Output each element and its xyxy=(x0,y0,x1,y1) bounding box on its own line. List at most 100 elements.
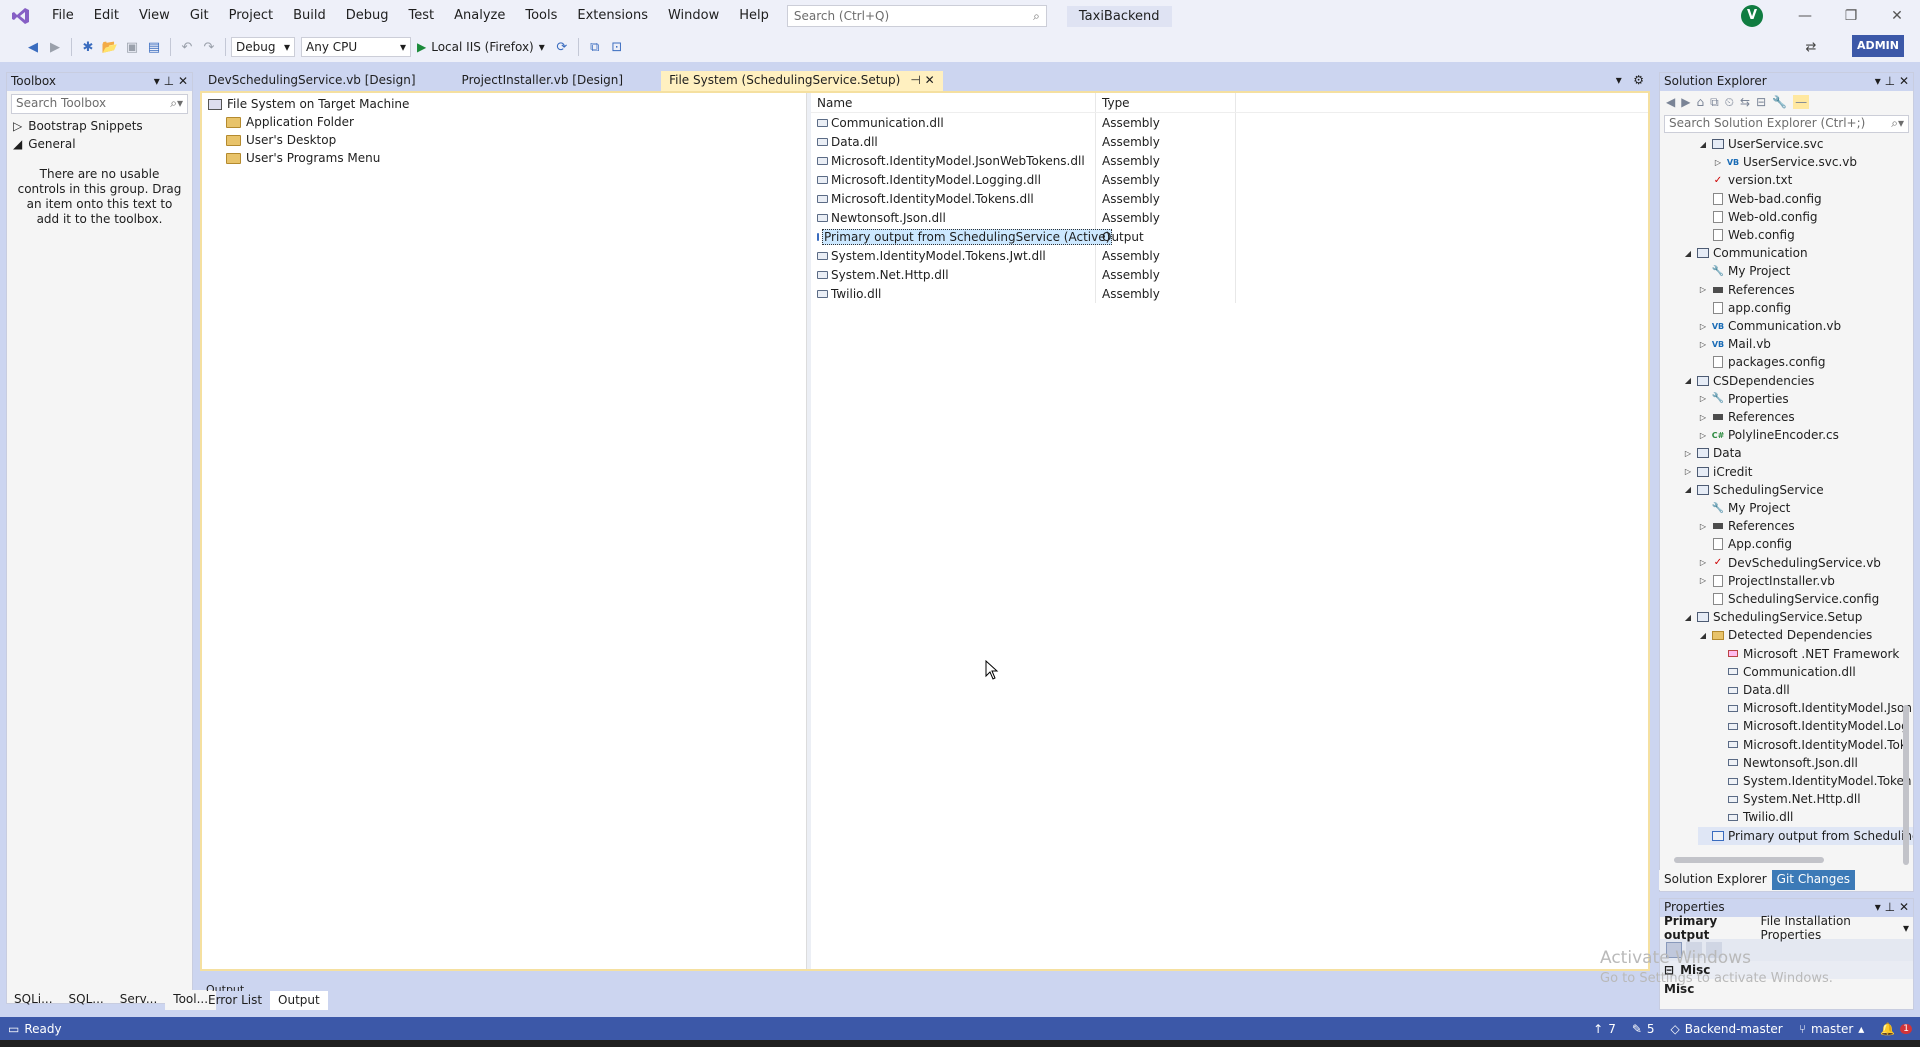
undo-icon[interactable]: ↶ xyxy=(176,36,198,58)
tree-item[interactable]: ▷ VB UserService.svc.vb xyxy=(1713,153,1857,171)
menu-build[interactable]: Build xyxy=(283,0,336,32)
tab-file-system-setup[interactable]: File System (SchedulingService.Setup) ⊣ … xyxy=(661,71,943,91)
tree-item[interactable]: ▷ ProjectInstaller.vb xyxy=(1698,572,1835,590)
tab-solution-explorer[interactable]: Solution Explorer xyxy=(1659,870,1772,890)
expander-icon[interactable]: ▷ xyxy=(1698,322,1708,331)
open-file-icon[interactable]: 📂 xyxy=(99,36,121,58)
table-row[interactable]: System.Net.Http.dll Assembly xyxy=(811,265,1648,284)
menu-edit[interactable]: Edit xyxy=(84,0,129,32)
restore-button[interactable]: ❐ xyxy=(1828,0,1874,32)
column-header-name[interactable]: Name xyxy=(811,93,1096,112)
tree-item[interactable]: ▷ ✓ DevSchedulingService.vb xyxy=(1698,554,1881,572)
tree-item[interactable]: System.IdentityModel.Token xyxy=(1713,772,1912,790)
expander-icon[interactable]: ▷ xyxy=(1683,449,1693,458)
table-row[interactable]: Microsoft.IdentityModel.JsonWebTokens.dl… xyxy=(811,151,1648,170)
settings-icon[interactable]: ⚙ xyxy=(1633,73,1644,87)
tree-item[interactable]: Web.config xyxy=(1698,226,1795,244)
horizontal-scrollbar[interactable] xyxy=(1664,855,1902,865)
unpushed-commits[interactable]: ↑ 7 xyxy=(1585,1022,1624,1036)
expander-icon[interactable]: ▷ xyxy=(1698,558,1708,567)
expander-icon[interactable]: ▷ xyxy=(1698,522,1708,531)
tree-item[interactable]: Communication.dll xyxy=(1713,663,1856,681)
close-window-button[interactable]: ✕ xyxy=(1874,0,1920,32)
tree-item[interactable]: app.config xyxy=(1698,299,1791,317)
expander-icon[interactable]: ◢ xyxy=(1698,631,1708,640)
tree-item[interactable]: ✓ version.txt xyxy=(1698,171,1792,189)
menu-tools[interactable]: Tools xyxy=(515,0,567,32)
expander-icon[interactable]: ◢ xyxy=(1683,485,1693,494)
tree-item[interactable]: 🔧 My Project xyxy=(1698,499,1791,517)
tab-git-changes[interactable]: Git Changes xyxy=(1771,870,1856,890)
expander-icon[interactable]: ◢ xyxy=(1698,140,1708,149)
tree-item[interactable]: ▷ References xyxy=(1698,408,1795,426)
tree-item[interactable]: ◢ SchedulingService.Setup xyxy=(1683,608,1863,626)
close-icon[interactable]: ✕ xyxy=(1899,74,1909,88)
properties-object-select[interactable]: Primary output File Installation Propert… xyxy=(1664,914,1909,942)
tree-item[interactable]: App.config xyxy=(1698,535,1792,553)
browser-link-icon[interactable]: ⧉ xyxy=(584,36,606,58)
table-row[interactable]: Communication.dll Assembly xyxy=(811,113,1648,132)
menu-view[interactable]: View xyxy=(129,0,180,32)
pin-icon[interactable]: ⊥ xyxy=(1885,74,1895,88)
tree-folder-desktop[interactable]: User's Desktop xyxy=(226,131,336,149)
tab-projectinstaller-design[interactable]: ProjectInstaller.vb [Design] xyxy=(454,71,632,91)
tab-error-list[interactable]: Error List xyxy=(200,991,270,1010)
sync-icon[interactable]: ⇆ xyxy=(1740,95,1750,109)
tree-item[interactable]: ▷ VB Mail.vb xyxy=(1698,335,1771,353)
table-row[interactable]: Newtonsoft.Json.dll Assembly xyxy=(811,208,1648,227)
pin-icon[interactable]: ⊥ xyxy=(1885,900,1895,914)
pending-changes-icon[interactable]: ⏲ xyxy=(1725,95,1734,110)
tree-item[interactable]: SchedulingService.config xyxy=(1698,590,1879,608)
tree-item[interactable]: ▷ C# PolylineEncoder.cs xyxy=(1698,426,1839,444)
preview-icon[interactable]: — xyxy=(1793,95,1810,109)
global-search-input[interactable]: Search (Ctrl+Q) ⌕ xyxy=(786,5,1047,27)
menu-project[interactable]: Project xyxy=(219,0,283,32)
menu-window[interactable]: Window xyxy=(658,0,729,32)
toolbox-group-general[interactable]: ◢ General xyxy=(7,135,192,153)
pin-icon[interactable]: ⊣ xyxy=(910,73,920,87)
back-icon[interactable]: ◀ xyxy=(1666,95,1675,109)
switch-views-icon[interactable]: ⧉ xyxy=(1710,95,1719,110)
menu-extensions[interactable]: Extensions xyxy=(567,0,658,32)
menu-git[interactable]: Git xyxy=(180,0,219,32)
tree-item[interactable]: ◢ Communication xyxy=(1683,244,1808,262)
close-icon[interactable]: ✕ xyxy=(1899,900,1909,914)
configuration-select[interactable]: Debug ▾ xyxy=(231,37,295,57)
tree-item[interactable]: ▷ 🔧 Properties xyxy=(1698,390,1789,408)
branch-selector[interactable]: ⑂ master ▴ xyxy=(1791,1022,1873,1036)
menu-analyze[interactable]: Analyze xyxy=(444,0,515,32)
tree-item[interactable]: ◢ UserService.svc xyxy=(1698,135,1824,153)
tab-devschedulingservice-design[interactable]: DevSchedulingService.vb [Design] xyxy=(200,71,424,91)
properties-icon[interactable]: 🔧 xyxy=(1772,95,1787,109)
repository-selector[interactable]: ◇ Backend-master xyxy=(1663,1022,1791,1036)
tree-item[interactable]: Microsoft.IdentityModel.Log xyxy=(1713,717,1909,735)
expander-icon[interactable]: ▷ xyxy=(1698,394,1708,403)
dropdown-icon[interactable]: ▾ xyxy=(154,74,160,88)
avatar[interactable]: V xyxy=(1741,5,1763,27)
save-icon[interactable]: ▣ xyxy=(121,36,143,58)
tree-item[interactable]: Primary output from Scheduling xyxy=(1698,826,1913,845)
tree-item[interactable]: Microsoft.IdentityModel.Json xyxy=(1713,699,1912,717)
expander-icon[interactable]: ▷ xyxy=(1698,413,1708,422)
solution-name-badge[interactable]: TaxiBackend xyxy=(1066,5,1172,27)
tree-item[interactable]: ▷ References xyxy=(1698,281,1795,299)
expander-icon[interactable]: ▷ xyxy=(1698,340,1708,349)
table-row[interactable]: Data.dll Assembly xyxy=(811,132,1648,151)
tree-item[interactable]: packages.config xyxy=(1698,353,1825,371)
tree-item[interactable]: Microsoft.IdentityModel.Tok xyxy=(1713,736,1907,754)
save-all-icon[interactable]: ▤ xyxy=(143,36,165,58)
pending-changes[interactable]: ✎ 5 xyxy=(1624,1022,1663,1036)
menu-test[interactable]: Test xyxy=(399,0,445,32)
tab-sqlite[interactable]: SQLi... xyxy=(6,990,61,1010)
expander-icon[interactable]: ▷ xyxy=(1698,431,1708,440)
tree-folder-programs-menu[interactable]: User's Programs Menu xyxy=(226,149,380,167)
table-row[interactable]: Microsoft.IdentityModel.Tokens.dll Assem… xyxy=(811,189,1648,208)
back-icon[interactable]: ◀ xyxy=(22,36,44,58)
tree-item[interactable]: Web-old.config xyxy=(1698,208,1818,226)
tree-item[interactable]: Newtonsoft.Json.dll xyxy=(1713,754,1858,772)
dropdown-icon[interactable]: ▾ xyxy=(1875,74,1881,88)
scrollbar-thumb[interactable] xyxy=(1903,705,1909,865)
table-row[interactable]: System.IdentityModel.Tokens.Jwt.dll Asse… xyxy=(811,246,1648,265)
expander-icon[interactable]: ▷ xyxy=(1698,285,1708,294)
vertical-scrollbar[interactable] xyxy=(1903,145,1911,865)
